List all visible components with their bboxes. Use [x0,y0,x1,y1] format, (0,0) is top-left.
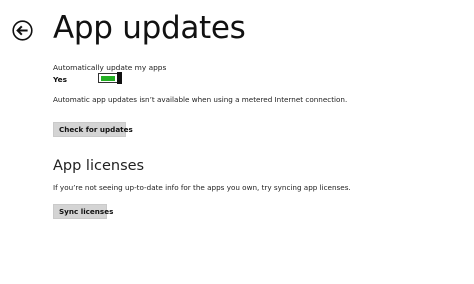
toggle-fill [100,75,116,82]
app-licenses-heading: App licenses [53,158,145,174]
licenses-note: If you’re not seeing up-to-date info for… [53,183,351,192]
toggle-thumb [117,72,122,84]
sync-licenses-button[interactable]: Sync licenses [53,204,113,219]
toggle-track [98,73,119,83]
auto-update-state: Yes [53,75,68,84]
back-arrow-circle-icon [12,20,33,41]
auto-update-toggle[interactable] [98,72,123,84]
metered-connection-note: Automatic app updates isn’t available wh… [53,95,348,104]
back-button[interactable] [12,20,33,41]
check-for-updates-button[interactable]: Check for updates [53,122,133,137]
auto-update-label: Automatically update my apps [53,63,167,72]
page-title: App updates [53,10,246,46]
